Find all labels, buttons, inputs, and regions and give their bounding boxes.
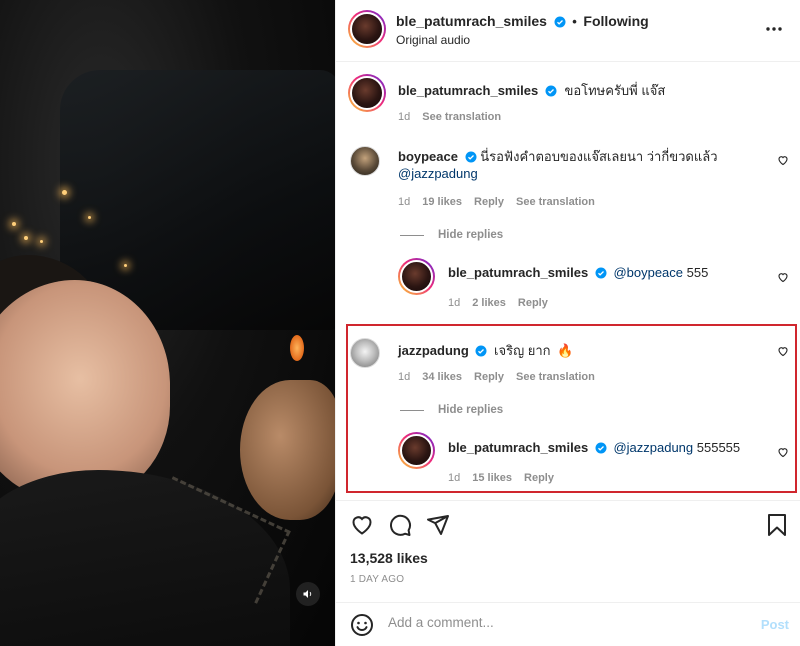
comment-composer: Post [336, 602, 800, 646]
comment-bubble-icon[interactable] [388, 513, 412, 537]
post-side-panel: ble_patumrach_smiles • Following Origina… [335, 0, 800, 646]
passenger-arm [240, 380, 335, 520]
post-actions: 13,528 likes 1 DAY AGO [336, 500, 800, 610]
reply-meta: 1d 15 likes Reply [448, 472, 554, 484]
comment-meta: 1d 19 likes Reply See translation [398, 196, 595, 208]
street-light [124, 264, 127, 267]
reply-likes[interactable]: 15 likes [472, 472, 512, 484]
street-light [40, 240, 43, 243]
comment-input[interactable] [388, 615, 718, 630]
mention-link[interactable]: @boypeace [613, 265, 683, 280]
verified-badge-icon [475, 345, 487, 357]
reply-likes[interactable]: 2 likes [472, 297, 506, 309]
see-translation-button[interactable]: See translation [516, 371, 595, 383]
speaker-icon [303, 590, 312, 598]
like-heart-icon[interactable] [350, 513, 374, 537]
mention-link[interactable]: @jazzpadung [398, 166, 478, 181]
dashboard-glow [290, 335, 304, 361]
fire-emoji-icon: 🔥 [557, 343, 574, 358]
save-bookmark-icon[interactable] [766, 513, 788, 537]
comment-jazzpadung: jazzpadung เจริญ ยาก 🔥 [398, 340, 573, 361]
verified-badge-icon [554, 16, 566, 28]
likes-count[interactable]: 13,528 likes [350, 550, 428, 566]
comment-meta: 1d 34 likes Reply See translation [398, 371, 595, 383]
author-username[interactable]: ble_patumrach_smiles [396, 13, 547, 29]
caption-line: ble_patumrach_smiles ขอโทษครับพี่ แจ๊ส [398, 80, 665, 101]
comment-time: 1d [398, 371, 411, 383]
reply-avatar[interactable] [398, 258, 435, 295]
audio-toggle-button[interactable] [296, 582, 320, 606]
author-avatar[interactable] [348, 10, 386, 48]
street-light [88, 216, 91, 219]
verified-badge-icon [465, 151, 477, 163]
comment-avatar-boypeace[interactable] [350, 146, 380, 176]
comment-text: เจริญ ยาก [494, 343, 551, 358]
reply-button[interactable]: Reply [474, 371, 504, 383]
verified-badge-icon [595, 267, 607, 279]
like-reply-heart-icon[interactable] [777, 446, 789, 458]
emoji-smiley-icon[interactable] [350, 613, 374, 637]
hide-replies-label: Hide replies [438, 229, 504, 241]
comment-time: 1d [398, 196, 411, 208]
reply-username[interactable]: ble_patumrach_smiles [448, 440, 588, 455]
verified-badge-icon [595, 442, 607, 454]
reply-username[interactable]: ble_patumrach_smiles [448, 265, 588, 280]
reply-button[interactable]: Reply [474, 196, 504, 208]
comment-likes[interactable]: 19 likes [422, 196, 462, 208]
mention-link[interactable]: @jazzpadung [613, 440, 693, 455]
caption-see-translation[interactable]: See translation [422, 111, 501, 123]
comment-avatar-jazzpadung[interactable] [350, 338, 380, 368]
reply-avatar[interactable] [398, 432, 435, 469]
comment-text: นี่รอฟังคำตอบของแจ๊สเลยนา ว่ากี่ขวดแล้ว [480, 149, 718, 164]
comment-likes[interactable]: 34 likes [422, 371, 462, 383]
audio-label[interactable]: Original audio [396, 33, 470, 47]
street-light [12, 222, 16, 226]
comment-username[interactable]: jazzpadung [398, 343, 469, 358]
post-header: ble_patumrach_smiles • Following Origina… [336, 0, 800, 62]
street-light [62, 190, 67, 195]
see-translation-button[interactable]: See translation [516, 196, 595, 208]
reply-text: 555555 [696, 440, 741, 455]
hide-replies-button[interactable]: Hide replies [400, 404, 503, 416]
caption-username[interactable]: ble_patumrach_smiles [398, 83, 538, 98]
reply-button[interactable]: Reply [524, 472, 554, 484]
reply-button[interactable]: Reply [518, 297, 548, 309]
like-comment-heart-icon[interactable] [777, 345, 789, 357]
comment-boypeace: boypeace นี่รอฟังคำตอบของแจ๊สเลยนา ว่ากี… [398, 148, 778, 182]
verified-badge-icon [545, 85, 557, 97]
video-player[interactable] [0, 0, 335, 646]
caption-meta: 1d See translation [398, 111, 501, 123]
like-comment-heart-icon[interactable] [777, 154, 789, 166]
hide-replies-button[interactable]: Hide replies [400, 229, 503, 241]
divider-line [400, 409, 424, 411]
post-viewer: ble_patumrach_smiles • Following Origina… [0, 0, 800, 646]
hide-replies-label: Hide replies [438, 404, 504, 416]
post-comment-button[interactable]: Post [761, 617, 789, 632]
comment-username[interactable]: boypeace [398, 149, 458, 164]
caption-text: ขอโทษครับพี่ แจ๊ส [564, 83, 666, 98]
caption-time: 1d [398, 111, 411, 123]
reply-time: 1d [448, 472, 461, 484]
reply-time: 1d [448, 297, 461, 309]
following-button[interactable]: Following [583, 13, 648, 29]
reply-text: 555 [686, 265, 709, 280]
separator-dot: • [572, 14, 577, 29]
post-date: 1 DAY AGO [350, 574, 405, 585]
person-face [0, 280, 170, 500]
reply-boypeace-thread: ble_patumrach_smiles @boypeace 555 [448, 265, 708, 280]
caption-avatar[interactable] [348, 74, 386, 112]
like-reply-heart-icon[interactable] [777, 271, 789, 283]
street-light [24, 236, 28, 240]
divider-line [400, 234, 424, 236]
share-send-icon[interactable] [426, 513, 450, 537]
reply-jazzpadung-thread: ble_patumrach_smiles @jazzpadung 555555 [448, 440, 740, 455]
reply-meta: 1d 2 likes Reply [448, 297, 548, 309]
more-horizontal-icon[interactable] [766, 27, 782, 31]
author-line: ble_patumrach_smiles • Following [396, 13, 649, 29]
